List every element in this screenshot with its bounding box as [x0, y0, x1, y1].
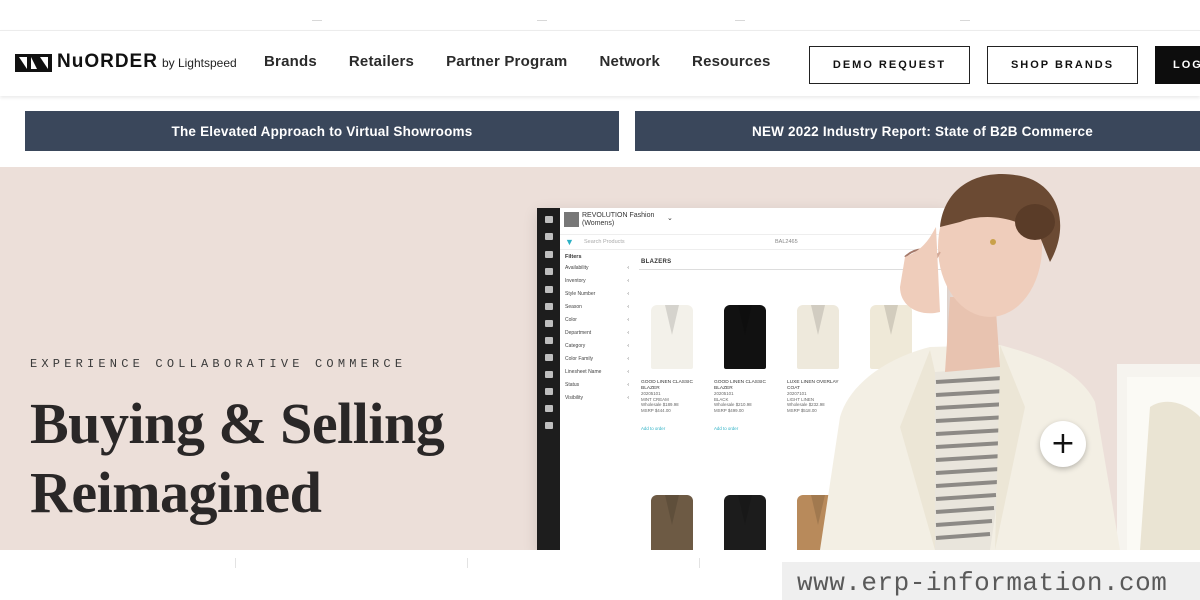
logo-wordmark: NuORDER: [57, 51, 158, 72]
nav-retailers[interactable]: Retailers: [349, 53, 414, 70]
model-photo: [820, 174, 1200, 550]
nav-partner-program[interactable]: Partner Program: [446, 53, 567, 70]
banner-industry-report[interactable]: NEW 2022 Industry Report: State of B2B C…: [635, 111, 1200, 151]
shop-brands-button[interactable]: SHOP BRANDS: [987, 46, 1138, 84]
banner-virtual-showrooms[interactable]: The Elevated Approach to Virtual Showroo…: [25, 111, 619, 151]
site-header: NuORDER by Lightspeed Brands Retailers P…: [0, 30, 1200, 96]
logo-suffix: by Lightspeed: [161, 56, 237, 70]
hero-section: EXPERIENCE COLLABORATIVE COMMERCE Buying…: [0, 167, 1200, 550]
nav-resources[interactable]: Resources: [692, 53, 771, 70]
login-button[interactable]: LOG: [1155, 46, 1200, 84]
plus-icon[interactable]: +: [1040, 421, 1086, 467]
nav-network[interactable]: Network: [599, 53, 660, 70]
nuorder-logo-icon: [15, 54, 52, 72]
nuorder-logo[interactable]: NuORDER by Lightspeed: [15, 52, 237, 72]
watermark-text: www.erp-information.com: [797, 568, 1168, 598]
main-nav: Brands Retailers Partner Program Network…: [264, 53, 803, 70]
top-strip: [0, 0, 1200, 30]
nav-brands[interactable]: Brands: [264, 53, 317, 70]
page: NuORDER by Lightspeed Brands Retailers P…: [0, 0, 1200, 600]
demo-request-button[interactable]: DEMO REQUEST: [809, 46, 970, 84]
